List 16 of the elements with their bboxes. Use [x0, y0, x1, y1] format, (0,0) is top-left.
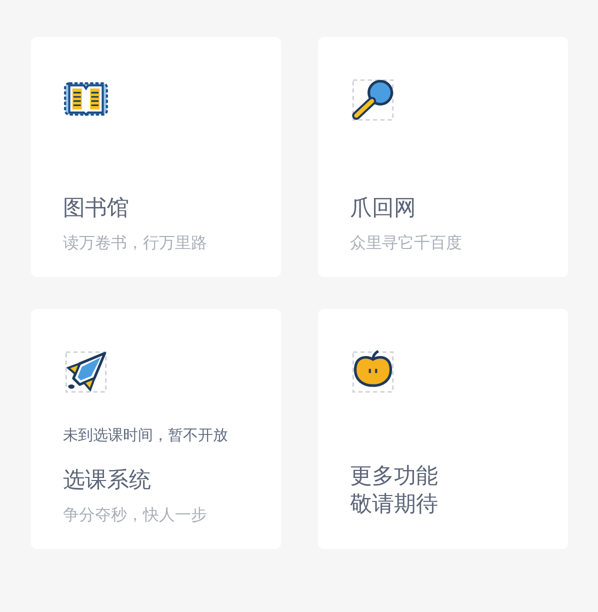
card-subtitle: 读万卷书，行万里路 — [63, 233, 208, 253]
apple-icon — [350, 349, 396, 395]
notice-text: 未到选课时间，暂不开放 — [63, 426, 229, 445]
card-title: 爪回网 — [350, 195, 417, 223]
card-subtitle: 众里寻它千百度 — [350, 233, 463, 253]
card-background[interactable]: 未到选课时间，暂不开放 选课系统 争分夺秒，快人一步 — [31, 309, 281, 549]
card-title: 图书馆 — [63, 195, 130, 223]
search-icon — [350, 77, 396, 123]
rocket-icon — [63, 349, 109, 395]
card-subtitle: 争分夺秒，快人一步 — [63, 505, 208, 525]
card-background[interactable]: 更多功能 敬请期待 — [318, 309, 568, 549]
card-background[interactable]: 图书馆 读万卷书，行万里路 — [31, 37, 281, 277]
card-title: 更多功能 — [350, 463, 439, 491]
card-background[interactable]: 爪回网 众里寻它千百度 — [318, 37, 568, 277]
card-title: 选课系统 — [63, 467, 152, 495]
card-title: 敬请期待 — [350, 491, 439, 519]
